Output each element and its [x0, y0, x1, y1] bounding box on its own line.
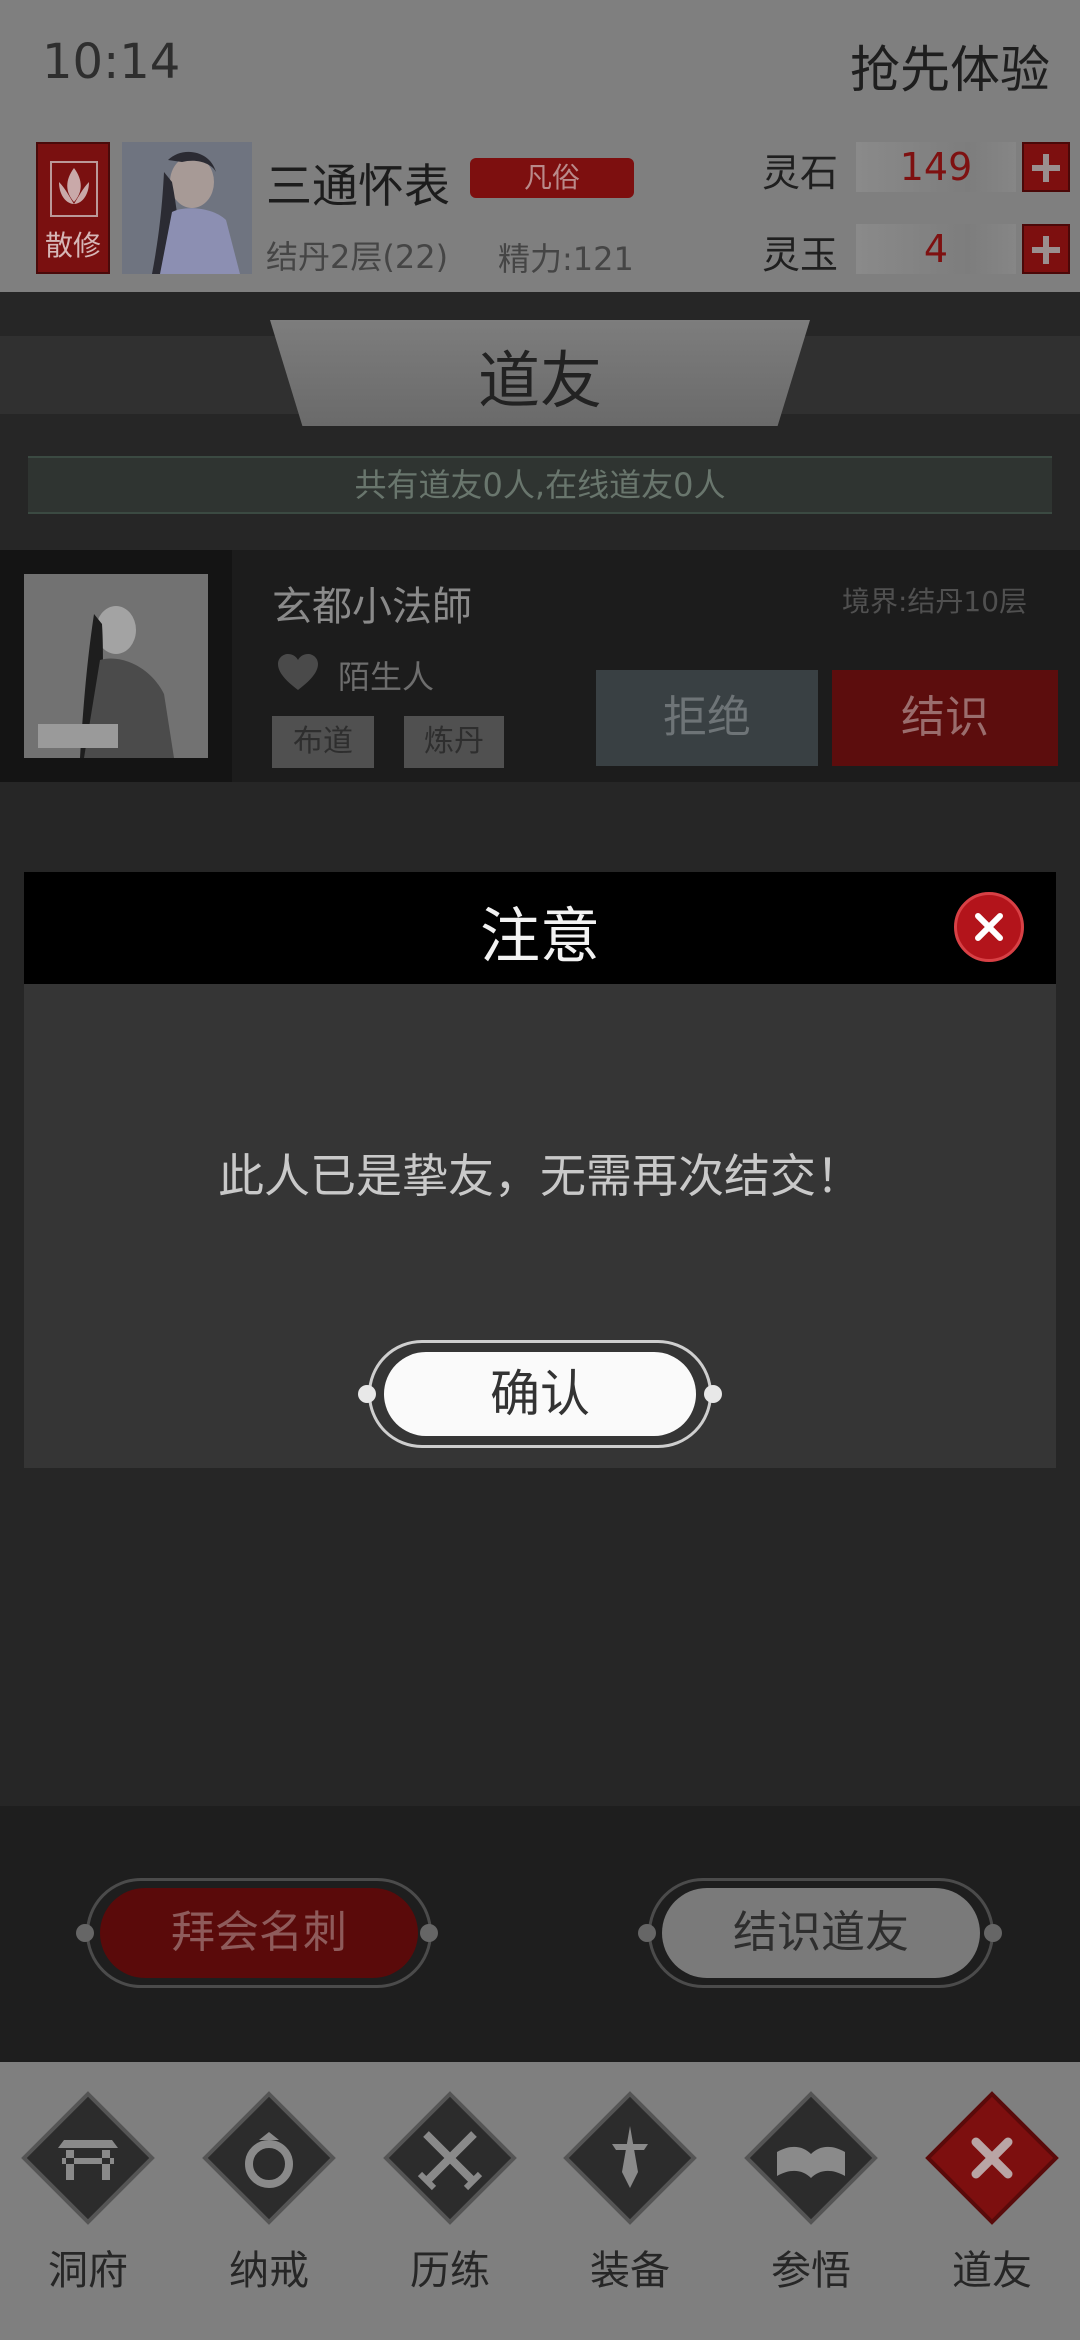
status-time: 10:14: [42, 34, 181, 90]
nav-friends[interactable]: 道友: [912, 2088, 1072, 2328]
heart-icon: [278, 654, 318, 690]
cave-gate-icon: [21, 2091, 155, 2225]
player-name: 三通怀表: [266, 159, 450, 213]
nav-insight-label: 参悟: [771, 2248, 851, 2294]
visit-ornament-right: [420, 1924, 438, 1942]
visit-card-button[interactable]: 拜会名刺: [100, 1888, 418, 1978]
friends-x-icon: [925, 2091, 1059, 2225]
sect-badge-label: 散修: [44, 229, 101, 262]
close-icon: [975, 913, 1003, 941]
nav-friends-label: 道友: [952, 2248, 1032, 2294]
make-friend-ornament-right: [984, 1924, 1002, 1942]
make-friend-button[interactable]: 结识道友: [662, 1888, 980, 1978]
spirit-jade-label: 灵玉: [762, 233, 839, 277]
nav-training-label: 历练: [410, 2248, 490, 2294]
make-friend-ornament-left: [638, 1924, 656, 1942]
spirit-stone-value: 149: [856, 142, 1016, 192]
nav-ring-label: 纳戒: [229, 2248, 309, 2294]
nav-cave-label: 洞府: [48, 2248, 128, 2294]
confirm-ornament-left: [358, 1385, 376, 1403]
visit-ornament-left: [76, 1924, 94, 1942]
nav-equipment[interactable]: 装备: [550, 2088, 710, 2328]
friend-count-bar: 共有道友0人,在线道友0人: [28, 456, 1052, 514]
dialog-close-button[interactable]: [954, 892, 1024, 962]
nav-cave[interactable]: 洞府: [8, 2088, 168, 2328]
player-energy: 精力:121: [498, 240, 634, 278]
dialog-title: 注意: [480, 902, 600, 972]
nav-equipment-label: 装备: [590, 2248, 670, 2294]
tag-preach: 布道: [272, 716, 374, 768]
page-title: 道友: [477, 344, 602, 417]
friend-name: 玄都小法師: [272, 584, 472, 630]
nav-insight[interactable]: 参悟: [731, 2088, 891, 2328]
sect-badge[interactable]: 散修: [36, 142, 110, 274]
confirm-ornament-right: [704, 1385, 722, 1403]
rank-tag: 凡俗: [470, 158, 634, 198]
relation-status: 陌生人: [338, 658, 435, 696]
early-access-label[interactable]: 抢先体验: [850, 30, 1050, 102]
nav-training[interactable]: 历练: [370, 2088, 530, 2328]
dialog-message: 此人已是挚友，无需再次结交！: [218, 1149, 862, 1203]
dagger-icon: [563, 2091, 697, 2225]
player-avatar[interactable]: [122, 142, 252, 274]
add-spirit-stone-button[interactable]: [1022, 142, 1070, 192]
player-realm: 结丹2层(22): [266, 238, 449, 276]
lotus-icon: [50, 161, 98, 217]
tag-alchemy: 炼丹: [404, 716, 504, 768]
spirit-stone-label: 灵石: [762, 151, 839, 195]
open-book-icon: [744, 2091, 878, 2225]
friend-realm: 境界:结丹10层: [842, 585, 1028, 618]
ring-icon: [202, 2091, 336, 2225]
spirit-jade-value: 4: [856, 224, 1016, 274]
crossed-swords-icon: [383, 2091, 517, 2225]
refuse-button[interactable]: 拒绝: [596, 670, 818, 766]
nav-ring[interactable]: 纳戒: [189, 2088, 349, 2328]
friend-portrait[interactable]: [24, 574, 208, 758]
befriend-button[interactable]: 结识: [832, 670, 1058, 766]
add-spirit-jade-button[interactable]: [1022, 224, 1070, 274]
confirm-button[interactable]: 确认: [384, 1352, 696, 1436]
